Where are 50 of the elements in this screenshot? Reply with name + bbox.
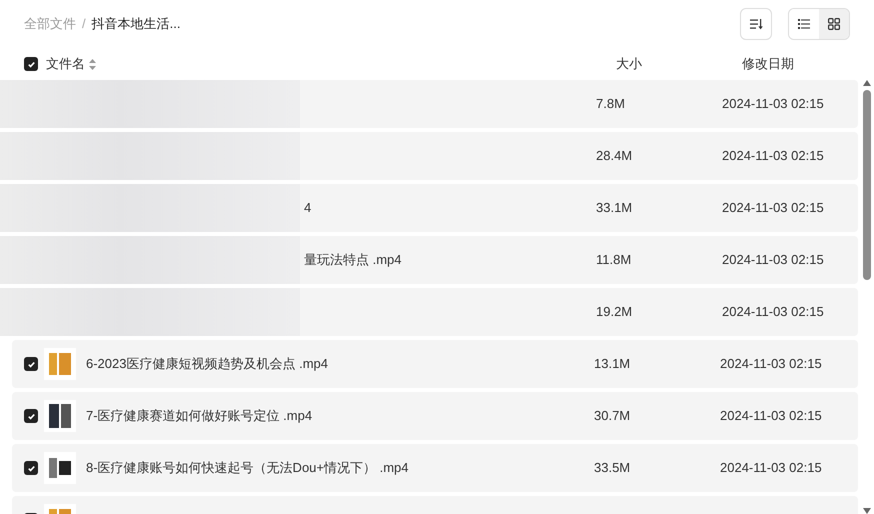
check-icon bbox=[26, 412, 36, 420]
breadcrumb-separator: / bbox=[82, 15, 86, 34]
file-row[interactable]: 8-医疗健康账号如何快速起号（无法Dou+情况下） .mp4 33.5M 2024-11-03 02:15 bbox=[12, 444, 858, 492]
sort-arrows-icon[interactable] bbox=[89, 58, 96, 70]
breadcrumb-link[interactable]: 抖音本地生活... bbox=[92, 14, 180, 34]
file-name: 7-医疗健康赛道如何做好账号定位 .mp4 bbox=[86, 408, 312, 424]
modified-date: 2024-11-03 02:15 bbox=[722, 147, 824, 166]
file-row[interactable]: 7-医疗健康赛道如何做好账号定位 .mp4 30.7M 2024-11-03 02:15 bbox=[12, 392, 858, 440]
file-size: 11.8M bbox=[596, 251, 632, 270]
column-header[interactable]: 大小 bbox=[616, 54, 742, 74]
scroll-down-icon[interactable] bbox=[863, 508, 871, 514]
list-icon bbox=[798, 19, 810, 29]
file-name: 8-医疗健康账号如何快速起号（无法Dou+情况下） .mp4 bbox=[86, 460, 409, 476]
check-icon bbox=[26, 60, 36, 68]
file-size: 7.8M bbox=[596, 95, 626, 114]
sort-button[interactable] bbox=[740, 8, 772, 40]
modified-date: 2024-11-03 02:15 bbox=[720, 407, 822, 426]
file-size: 28.4M bbox=[596, 147, 634, 166]
check-icon bbox=[26, 464, 36, 472]
modified-date: 2024-11-03 02:15 bbox=[722, 251, 824, 270]
file-name: 6-2023医疗健康短视频趋势及机会点 .mp4 bbox=[86, 356, 328, 372]
file-size: 33.5M bbox=[594, 459, 632, 478]
scrollbar[interactable] bbox=[862, 80, 872, 514]
checkbox[interactable] bbox=[24, 57, 38, 71]
modified-date: 2024-11-03 02:15 bbox=[722, 199, 824, 218]
check-icon bbox=[26, 360, 36, 368]
file-size: 13.1M bbox=[594, 355, 632, 374]
modified-date: 2024-11-03 02:15 bbox=[722, 95, 824, 114]
file-size: 30.7M bbox=[594, 407, 632, 426]
view-toggle[interactable] bbox=[819, 9, 849, 39]
video-thumbnail bbox=[44, 348, 76, 380]
modified-date: 2024-11-03 02:15 bbox=[720, 355, 822, 374]
checkbox[interactable] bbox=[24, 357, 38, 371]
modified-date: 2024-11-03 02:15 bbox=[722, 303, 824, 322]
sort-icon bbox=[750, 18, 762, 30]
column-header[interactable]: 修改日期 bbox=[742, 54, 794, 74]
file-name: 4 bbox=[304, 200, 312, 216]
file-size: 33.1M bbox=[596, 199, 634, 218]
checkbox[interactable] bbox=[24, 409, 38, 423]
scroll-up-icon[interactable] bbox=[863, 80, 871, 86]
file-size: 19.2M bbox=[596, 303, 634, 322]
modified-date: 2024-11-03 02:15 bbox=[720, 459, 822, 478]
video-thumbnail bbox=[44, 400, 76, 432]
video-thumbnail bbox=[44, 452, 76, 484]
column-header[interactable]: 文件名 bbox=[46, 54, 85, 74]
file-name: 量玩法特点 .mp4 bbox=[304, 252, 402, 268]
checkbox[interactable] bbox=[24, 461, 38, 475]
file-row[interactable]: 6-2023医疗健康短视频趋势及机会点 .mp4 13.1M 2024-11-03 02:15 bbox=[12, 340, 858, 388]
scrollbar-thumb[interactable] bbox=[863, 90, 871, 280]
grid-icon bbox=[828, 18, 840, 30]
